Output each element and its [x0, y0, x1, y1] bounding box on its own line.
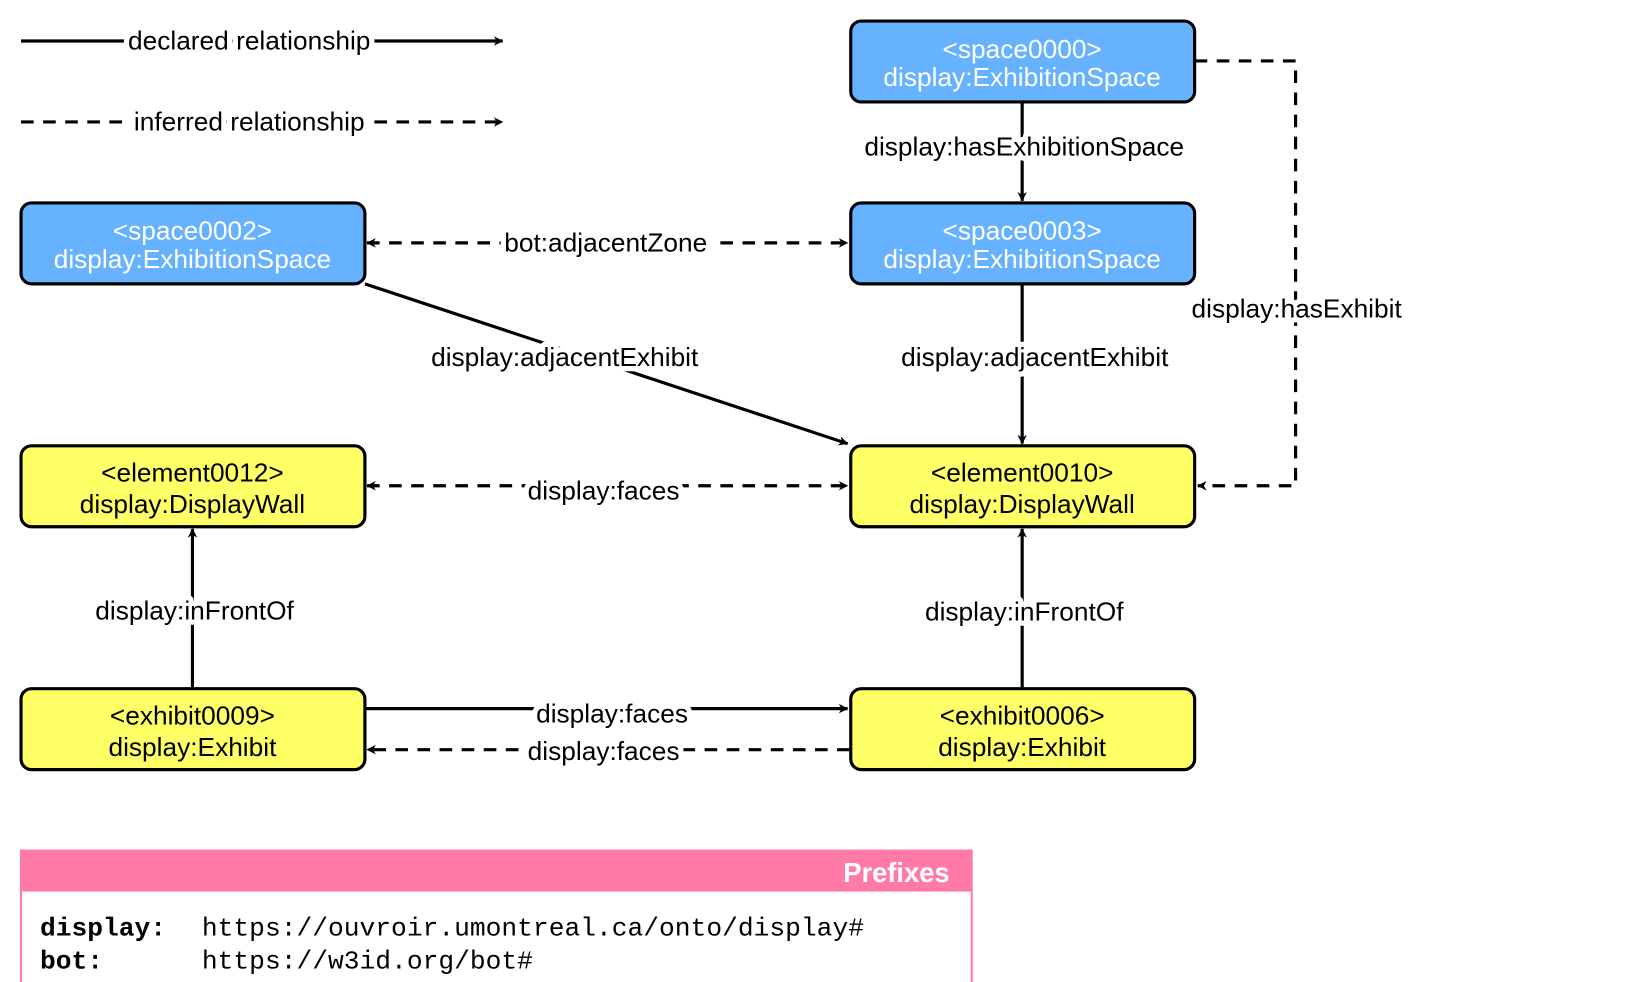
legend-declared-label: declared relationship [128, 25, 370, 55]
node-id: <exhibit0009> [110, 700, 275, 730]
node-type: display:Exhibit [938, 732, 1107, 762]
node-id: <element0010> [931, 458, 1114, 488]
legend: declared relationship inferred relations… [21, 20, 504, 142]
edge-label: bot:adjacentZone [504, 227, 707, 257]
node-id: <space0002> [113, 216, 272, 246]
edge-label: display:adjacentExhibit [901, 342, 1169, 372]
node-type: display:ExhibitionSpace [54, 244, 331, 274]
edge-label: display:faces [528, 475, 680, 505]
node-type: display:DisplayWall [80, 489, 305, 519]
edges: display:hasExhibitionSpace display:hasEx… [90, 59, 1408, 771]
prefix-uri: https://w3id.org/bot# [202, 946, 533, 976]
edge-label: display:inFrontOf [925, 596, 1124, 626]
node-id: <element0012> [101, 458, 284, 488]
node-id: <space0000> [943, 34, 1102, 64]
node-exhibit0006: <exhibit0006> display:Exhibit [849, 687, 1197, 772]
edge-label: display:hasExhibitionSpace [864, 132, 1184, 162]
edge-label: display:hasExhibit [1192, 294, 1403, 324]
node-id: <exhibit0006> [940, 700, 1105, 730]
prefix-name: bot: [40, 946, 103, 976]
edge-has-exhibit [1194, 59, 1298, 491]
prefixes-title: Prefixes [843, 857, 949, 888]
node-element0010: <element0010> display:DisplayWall [849, 444, 1197, 529]
node-type: display:Exhibit [108, 732, 277, 762]
node-space0002: <space0002> display:ExhibitionSpace [19, 201, 367, 286]
node-space0003: <space0003> display:ExhibitionSpace [849, 201, 1197, 286]
node-exhibit0009: <exhibit0009> display:Exhibit [19, 687, 367, 772]
prefix-name: display: [40, 914, 166, 944]
node-type: display:DisplayWall [910, 489, 1135, 519]
prefixes-header [21, 850, 972, 892]
edge-label: display:faces [528, 736, 680, 766]
edge-label: display:inFrontOf [95, 595, 294, 625]
node-type: display:ExhibitionSpace [883, 62, 1160, 92]
node-type: display:ExhibitionSpace [883, 244, 1160, 274]
edge-label: display:adjacentExhibit [431, 342, 699, 372]
ontology-diagram: marker{overflow:visible} declared relati… [19, 19, 1408, 982]
legend-inferred-label: inferred relationship [134, 106, 365, 136]
node-element0012: <element0012> display:DisplayWall [19, 444, 367, 529]
prefix-uri: https://ouvroir.umontreal.ca/onto/displa… [202, 914, 864, 944]
edge-label: display:faces [536, 698, 688, 728]
node-id: <space0003> [943, 216, 1102, 246]
node-space0000: <space0000> display:ExhibitionSpace [849, 19, 1197, 104]
prefixes-box: Prefixes display: https://ouvroir.umontr… [19, 849, 973, 982]
